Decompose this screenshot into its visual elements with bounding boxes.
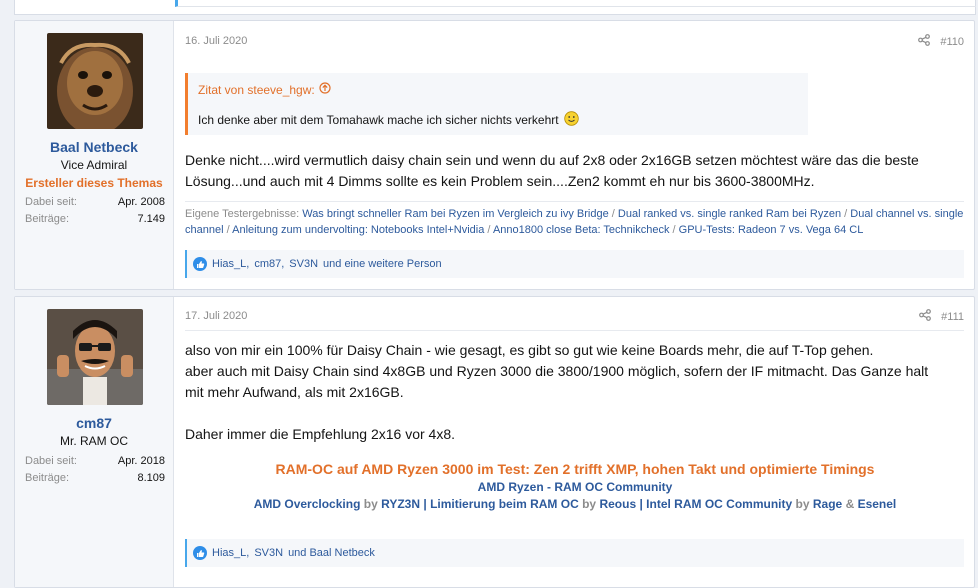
signature-link[interactable]: GPU-Tests: Radeon 7 vs. Vega 64 CL xyxy=(679,224,864,236)
smiley-icon xyxy=(563,111,579,129)
post-date[interactable]: 17. Juli 2020 xyxy=(185,310,247,322)
previous-post-stub xyxy=(14,0,976,15)
post-number[interactable]: #111 xyxy=(941,311,964,323)
reactions-bar: Hias_L, SV3N und Baal Netbeck xyxy=(185,539,964,567)
signature-author-link[interactable]: Rage xyxy=(813,497,842,511)
signature-separator: / xyxy=(611,208,615,220)
quote-header[interactable]: Zitat von steeve_hgw: xyxy=(198,82,331,97)
body-line: Denke nicht....wird vermutlich daisy cha… xyxy=(185,152,919,168)
reaction-user[interactable]: SV3N xyxy=(289,258,318,270)
stat-label: Beiträge: xyxy=(25,213,70,225)
post-number[interactable]: #110 xyxy=(940,36,964,48)
stat-value: Apr. 2008 xyxy=(117,196,165,208)
signature-separator: | xyxy=(423,497,427,511)
user-title: Vice Admiral xyxy=(60,158,128,172)
share-icon[interactable] xyxy=(919,309,932,324)
signature-link[interactable]: Anno1800 close Beta: Technikcheck xyxy=(493,224,670,236)
post-meta-right: #110 xyxy=(918,34,964,49)
stat-posts: Beiträge: 7.149 xyxy=(25,213,165,225)
quote-body: Ich denke aber mit dem Tomahawk mache ic… xyxy=(198,111,579,129)
signature-link[interactable]: AMD Overclocking xyxy=(254,497,361,511)
quote-block: Zitat von steeve_hgw: Ich denke aber mit… xyxy=(185,73,808,135)
stat-label: Dabei seit: xyxy=(25,455,77,467)
user-info-panel: cm87 Mr. RAM OC Dabei seit: Apr. 2018 Be… xyxy=(15,297,174,587)
signature-separator: / xyxy=(672,224,676,236)
signature-author-link[interactable]: RYZ3N xyxy=(381,497,420,511)
signature-separator: / xyxy=(487,224,491,236)
reaction-user[interactable]: Hias_L xyxy=(212,258,246,270)
signature: Eigene Testergebnisse: Was bringt schnel… xyxy=(185,206,965,238)
body-line: mit mehr Aufwand, als mit 2x16GB. xyxy=(185,384,404,400)
stat-value: 8.109 xyxy=(137,472,165,484)
post-110: Baal Netbeck Vice Admiral Ersteller dies… xyxy=(14,20,975,290)
signature-link[interactable]: Intel RAM OC Community xyxy=(646,497,792,511)
signature-link[interactable]: Dual ranked vs. single ranked Ram bei Ry… xyxy=(618,208,841,220)
quote-text: Ich denke aber mit dem Tomahawk mache ic… xyxy=(198,113,559,127)
body-line: also von mir ein 100% für Daisy Chain - … xyxy=(185,342,874,358)
signature-ampersand: & xyxy=(845,497,855,511)
signature-author-link[interactable]: Esenel xyxy=(858,497,897,511)
signature-link[interactable]: Was bringt schneller Ram bei Ryzen im Ve… xyxy=(302,208,609,220)
signature-prefix: Eigene Testergebnisse: xyxy=(185,208,300,220)
signature-by: by xyxy=(363,497,378,511)
meta-divider xyxy=(185,330,964,331)
avatar[interactable] xyxy=(47,309,143,405)
stat-joined: Dabei seit: Apr. 2008 xyxy=(25,196,165,208)
signature-author-link[interactable]: Reous xyxy=(599,497,636,511)
reaction-user[interactable]: SV3N xyxy=(254,547,283,559)
signature-by: by xyxy=(582,497,597,511)
stat-label: Beiträge: xyxy=(25,472,70,484)
post-111: cm87 Mr. RAM OC Dabei seit: Apr. 2018 Be… xyxy=(14,296,975,588)
signature-community-link[interactable]: AMD Ryzen - RAM OC Community xyxy=(185,479,965,496)
signature-separator: | xyxy=(639,497,643,511)
quote-author[interactable]: Zitat von steeve_hgw: xyxy=(198,83,315,97)
stat-value: Apr. 2018 xyxy=(117,455,165,467)
signature-links-line: AMD Overclocking by RYZ3N | Limitierung … xyxy=(185,496,965,513)
stat-joined: Dabei seit: Apr. 2018 xyxy=(25,455,165,467)
username[interactable]: Baal Netbeck xyxy=(15,139,173,155)
reactions-bar: Hias_L, cm87, SV3N und eine weitere Pers… xyxy=(185,250,964,278)
signature: RAM-OC auf AMD Ryzen 3000 im Test: Zen 2… xyxy=(185,459,965,513)
signature-link[interactable]: Limitierung beim RAM OC xyxy=(430,497,579,511)
user-title: Mr. RAM OC xyxy=(60,434,128,448)
previous-reactions-bar xyxy=(175,0,976,7)
signature-divider xyxy=(185,201,964,202)
username[interactable]: cm87 xyxy=(15,415,173,431)
stat-label: Dabei seit: xyxy=(25,196,77,208)
stat-posts: Beiträge: 8.109 xyxy=(25,472,165,484)
stat-value: 7.149 xyxy=(137,213,165,225)
avatar[interactable] xyxy=(47,33,143,129)
body-line: Daher immer die Empfehlung 2x16 vor 4x8. xyxy=(185,426,456,442)
like-icon[interactable] xyxy=(193,546,207,560)
signature-headline[interactable]: RAM-OC auf AMD Ryzen 3000 im Test: Zen 2… xyxy=(185,459,965,479)
share-icon[interactable] xyxy=(918,34,931,49)
post-meta-right: #111 xyxy=(919,309,964,324)
arrow-up-circle-icon[interactable] xyxy=(319,82,331,97)
reaction-more[interactable]: und eine weitere Person xyxy=(323,258,442,270)
thread-starter-badge: Ersteller dieses Themas xyxy=(25,176,163,190)
post-date[interactable]: 16. Juli 2020 xyxy=(185,35,247,47)
signature-link[interactable]: Anleitung zum undervolting: Notebooks In… xyxy=(232,224,484,236)
body-line: Lösung...und auch mit 4 Dimms sollte es … xyxy=(185,173,815,189)
body-line xyxy=(185,403,965,424)
signature-by: by xyxy=(795,497,810,511)
user-info-panel: Baal Netbeck Vice Admiral Ersteller dies… xyxy=(15,21,174,289)
body-line: aber auch mit Daisy Chain sind 4x8GB und… xyxy=(185,363,929,379)
reaction-more[interactable]: und Baal Netbeck xyxy=(288,547,375,559)
signature-separator: / xyxy=(844,208,848,220)
post-body: also von mir ein 100% für Daisy Chain - … xyxy=(185,340,965,445)
reaction-user[interactable]: Hias_L xyxy=(212,547,246,559)
signature-separator: / xyxy=(226,224,230,236)
like-icon[interactable] xyxy=(193,257,207,271)
post-body: Denke nicht....wird vermutlich daisy cha… xyxy=(185,150,965,192)
reaction-user[interactable]: cm87 xyxy=(254,258,281,270)
